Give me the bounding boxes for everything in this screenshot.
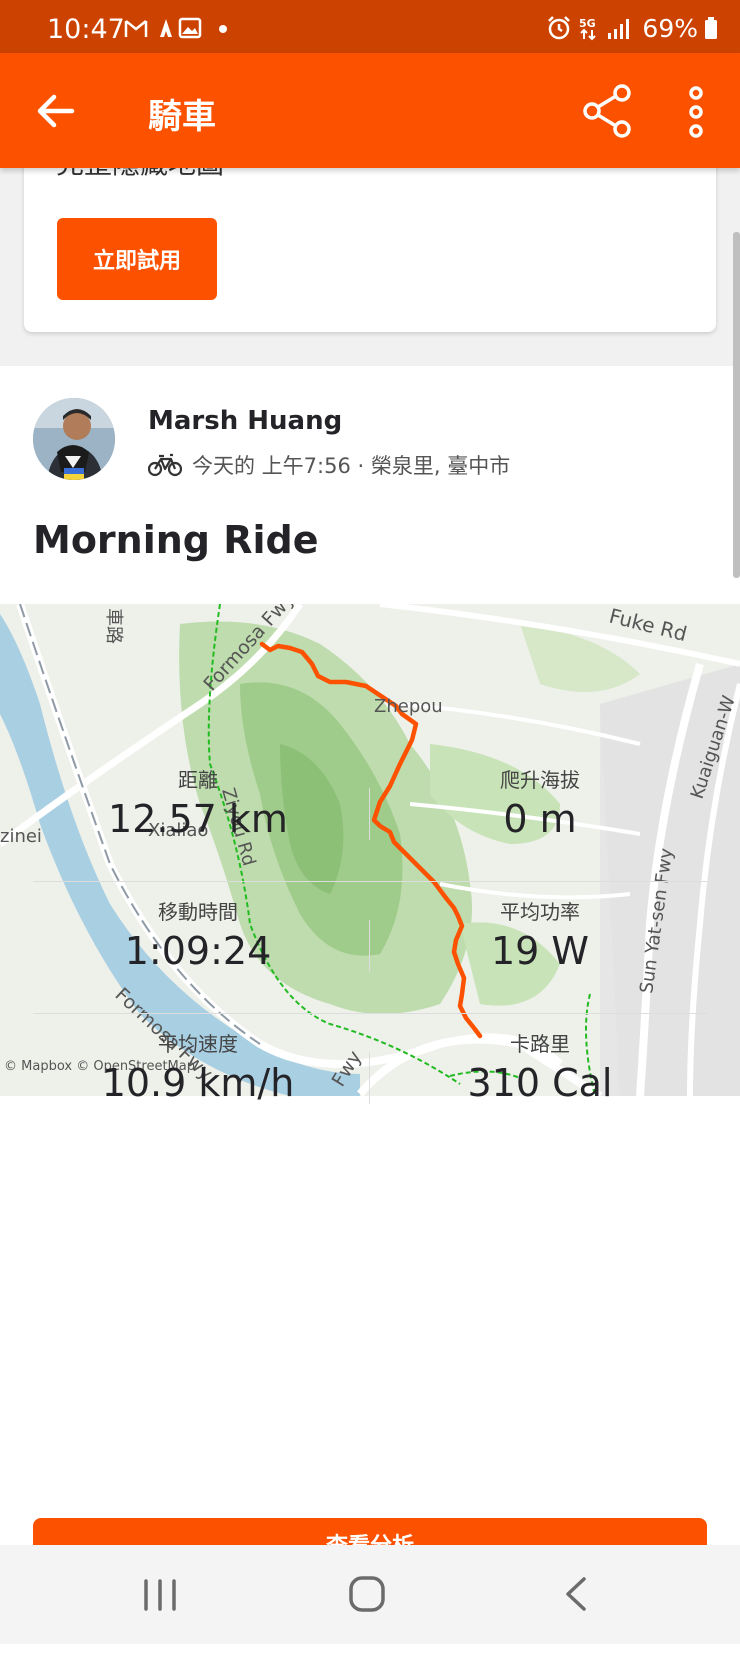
app-bar: 騎車 — [0, 53, 740, 168]
stat-label: 平均速度 — [158, 1032, 238, 1056]
stat-moving-time: 移動時間 1:09:24 — [28, 888, 368, 973]
status-time: 10:47 — [47, 14, 125, 45]
activity-title[interactable]: Morning Ride — [33, 518, 318, 562]
stat-calories: 卡路里 310 Cal — [370, 1020, 710, 1105]
stat-value: 310 Cal — [467, 1061, 613, 1105]
stat-value: 1:09:24 — [124, 929, 272, 973]
divider — [33, 1013, 707, 1014]
divider — [33, 881, 707, 882]
stat-distance: 距離 12.57 km — [28, 756, 368, 841]
battery-icon — [705, 17, 717, 39]
stat-average-speed: 平均速度 10.9 km/h — [28, 1020, 368, 1105]
try-now-button[interactable]: 立即試用 — [57, 218, 217, 300]
strava-icon — [160, 19, 172, 37]
status-indicators: 5G 69% — [546, 13, 718, 43]
stat-elevation-gain: 爬升海拔 0 m — [370, 756, 710, 841]
scrollbar-thumb[interactable] — [733, 232, 740, 578]
avatar-image — [33, 398, 115, 480]
stat-row: 移動時間 1:09:24 平均功率 19 W — [0, 888, 740, 1020]
stat-label: 卡路里 — [510, 1032, 570, 1056]
stat-row: 距離 12.57 km 爬升海拔 0 m — [0, 756, 740, 888]
back-icon[interactable] — [560, 1573, 590, 1615]
athlete-avatar[interactable] — [33, 398, 115, 480]
signal-icon — [608, 19, 630, 39]
dot-icon — [219, 25, 227, 33]
stat-label: 爬升海拔 — [500, 768, 580, 792]
stat-value: 19 W — [490, 929, 589, 973]
activity-date-location: 今天的 上午7:56 · 榮泉里, 臺中市 — [192, 454, 511, 478]
bike-icon — [148, 453, 182, 477]
stat-average-power: 平均功率 19 W — [370, 888, 710, 973]
battery-percent: 69% — [642, 13, 698, 43]
share-icon[interactable] — [580, 83, 636, 139]
alarm-icon — [548, 16, 571, 40]
home-icon[interactable] — [346, 1573, 388, 1615]
network-5g-icon: 5G — [579, 17, 597, 41]
svg-text:5G: 5G — [579, 17, 596, 30]
stat-row: 平均速度 10.9 km/h 卡路里 310 Cal — [0, 1020, 740, 1152]
stat-value: 0 m — [503, 797, 577, 841]
stats-grid: 距離 12.57 km 爬升海拔 0 m 移動時間 1:09:24 平均功率 1… — [0, 756, 740, 1152]
stat-value: 12.57 km — [108, 797, 288, 841]
map-label-road: 車路 — [103, 608, 124, 644]
notification-icons — [124, 17, 227, 39]
page-title: 騎車 — [148, 97, 216, 137]
stat-value: 10.9 km/h — [101, 1061, 295, 1105]
stat-label: 平均功率 — [500, 900, 580, 924]
gmail-icon — [124, 20, 148, 37]
stat-label: 距離 — [178, 768, 218, 792]
stat-label: 移動時間 — [158, 900, 238, 924]
status-bar: 10:47 5G 69% — [0, 0, 740, 53]
athlete-name[interactable]: Marsh Huang — [148, 406, 342, 436]
activity-meta: 今天的 上午7:56 · 榮泉里, 臺中市 — [148, 450, 510, 480]
system-nav-bar — [0, 1545, 740, 1644]
recent-apps-icon[interactable] — [140, 1575, 180, 1615]
back-arrow-icon[interactable] — [30, 86, 86, 136]
map-label-zhepou: Zhepou — [374, 696, 443, 717]
image-icon — [178, 17, 202, 39]
more-options-icon[interactable] — [678, 85, 714, 139]
